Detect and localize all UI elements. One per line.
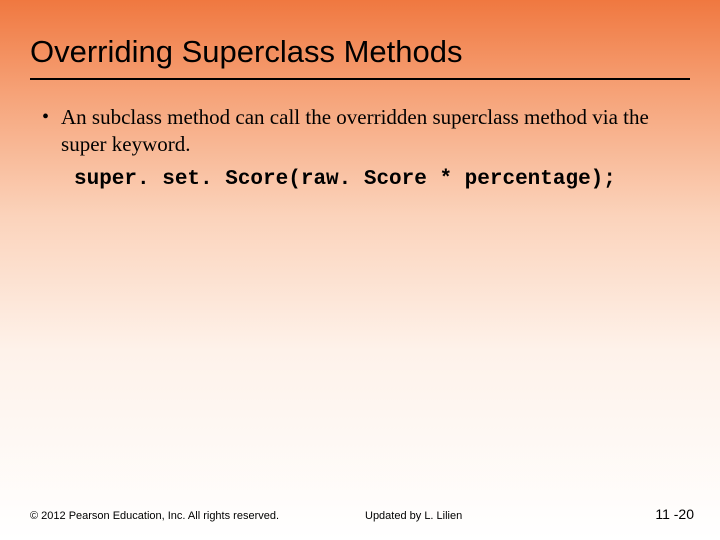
updated-by-text: Updated by L. Lilien (365, 510, 462, 522)
code-line: super. set. Score(raw. Score * percentag… (74, 168, 690, 191)
bullet-text: An subclass method can call the overridd… (61, 104, 690, 158)
page-number: 11 -20 (655, 506, 694, 522)
slide-title: Overriding Superclass Methods (30, 34, 690, 70)
bullet-dot-icon: • (42, 104, 49, 131)
slide: Overriding Superclass Methods • An subcl… (0, 0, 720, 540)
bullet-item: • An subclass method can call the overri… (42, 104, 690, 158)
copyright-text: © 2012 Pearson Education, Inc. All right… (30, 510, 279, 522)
footer: © 2012 Pearson Education, Inc. All right… (0, 510, 720, 522)
title-rule (30, 78, 690, 80)
